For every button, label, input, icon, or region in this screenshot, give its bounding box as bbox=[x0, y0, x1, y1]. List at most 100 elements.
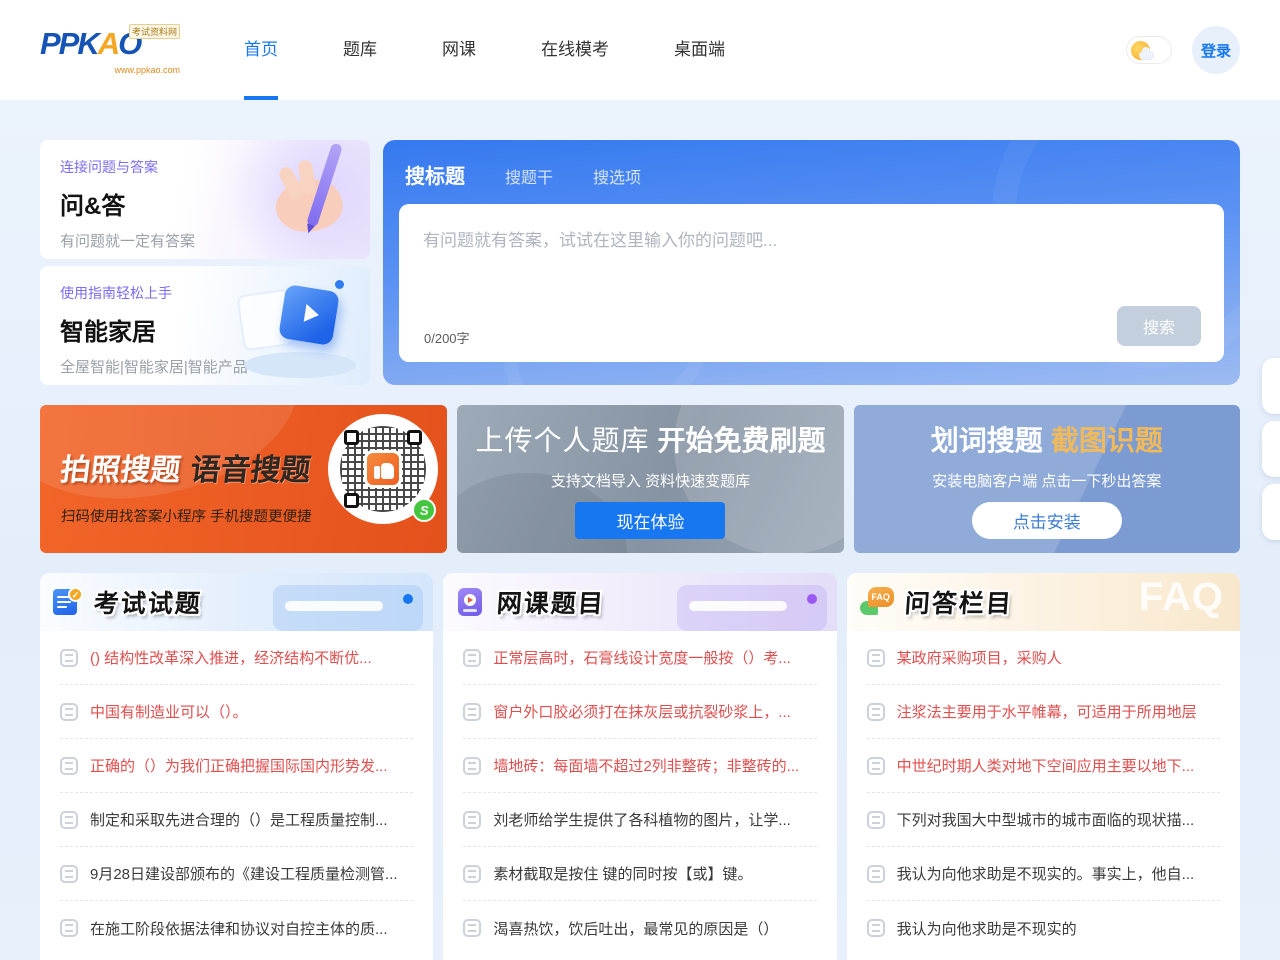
document-icon bbox=[60, 649, 78, 667]
document-icon bbox=[867, 649, 885, 667]
upload-bank-banner[interactable]: 上传个人题库开始免费刷题 支持文档导入 资料快速变题库 现在体验 bbox=[457, 405, 843, 553]
word-search-label: 划词搜题 bbox=[931, 425, 1043, 456]
logo-a: A bbox=[98, 26, 118, 61]
document-icon bbox=[867, 811, 885, 829]
list-item[interactable]: 中世纪时期人类对地下空间应用主要以地下... bbox=[867, 739, 1220, 793]
list-item[interactable]: 窗户外口胶必须打在抹灰层或抗裂砂浆上，... bbox=[463, 685, 816, 739]
upload-bank-title: 上传个人题库开始免费刷题 bbox=[475, 419, 825, 459]
login-button[interactable]: 登录 bbox=[1192, 26, 1240, 74]
qa-promo-card[interactable]: 连接问题与答案 问&答 有问题就一定有答案 bbox=[40, 140, 370, 259]
list-item[interactable]: 我认为向他求助是不现实的 bbox=[867, 901, 1220, 955]
screenshot-search-label: 截图识题 bbox=[1051, 425, 1163, 456]
list-item[interactable]: 某政府采购项目，采购人 bbox=[867, 631, 1220, 685]
nav-item-home[interactable]: 首页 bbox=[236, 0, 286, 100]
document-icon bbox=[463, 757, 481, 775]
search-button[interactable]: 搜索 bbox=[1117, 306, 1201, 346]
nav-item-question-bank[interactable]: 题库 bbox=[335, 0, 385, 100]
list-item[interactable]: 渴喜热饮，饮后吐出，最常见的原因是（） bbox=[463, 901, 816, 955]
faq-section-header: FAQ 问答栏目 FAQ bbox=[847, 573, 1240, 631]
list-item[interactable]: 9月28日建设部颁布的《建设工程质量检测管... bbox=[60, 847, 413, 901]
exam-section-title: 考试试题 bbox=[93, 584, 204, 620]
tab-search-stem[interactable]: 搜题干 bbox=[505, 164, 553, 188]
tab-search-options[interactable]: 搜选项 bbox=[593, 164, 641, 188]
promo-column: 连接问题与答案 问&答 有问题就一定有答案 使用指南轻松上手 智能家居 全屋智能… bbox=[40, 140, 370, 385]
list-item[interactable]: 我认为向他求助是不现实的。事实上，他自... bbox=[867, 847, 1220, 901]
document-icon bbox=[867, 919, 885, 937]
document-icon bbox=[463, 811, 481, 829]
photo-search-label: 拍照搜题 bbox=[59, 454, 183, 487]
nav-item-mock-exam[interactable]: 在线模考 bbox=[533, 0, 617, 100]
list-item[interactable]: 中国有制造业可以（）。 bbox=[60, 685, 413, 739]
document-icon bbox=[867, 865, 885, 883]
exam-header-illustration bbox=[273, 585, 423, 631]
course-question-list: 正常层高时，石膏线设计宽度一般按（）考... 窗户外口胶必须打在抹灰层或抗裂砂浆… bbox=[443, 631, 836, 955]
video-player-icon bbox=[456, 587, 486, 617]
cloud-icon bbox=[1139, 51, 1154, 60]
list-item[interactable]: () 结构性改革深入推进，经济结构不断优... bbox=[60, 631, 413, 685]
upload-label: 上传个人题库 bbox=[475, 425, 649, 456]
try-now-button[interactable]: 现在体验 bbox=[575, 502, 725, 539]
nav-item-desktop-client[interactable]: 桌面端 bbox=[666, 0, 733, 100]
upload-bank-subtitle: 支持文档导入 资料快速变题库 bbox=[551, 470, 750, 491]
hand-pen-illustration bbox=[220, 140, 370, 259]
top-nav-bar: PPKAO 考试资料网 www.ppkao.com 首页 题库 网课 在线模考 … bbox=[0, 0, 1280, 100]
question-columns: ✓ 考试试题 () 结构性改革深入推进，经济结构不断优... 中国有制造业可以（… bbox=[40, 573, 1240, 960]
list-item[interactable]: 墙地砖：每面墙不超过2列非整砖；非整砖的... bbox=[463, 739, 816, 793]
document-icon bbox=[60, 703, 78, 721]
search-input[interactable] bbox=[399, 204, 1224, 312]
faq-question-list: 某政府采购项目，采购人 注浆法主要用于水平帷幕，可适用于所用地层 中世纪时期人类… bbox=[847, 631, 1240, 955]
photo-search-banner[interactable]: 拍照搜题语音搜题 扫码使用找答案小程序 手机搜题更便捷 S bbox=[40, 405, 447, 553]
course-section-header: 网课题目 bbox=[443, 573, 836, 631]
nav-item-online-course[interactable]: 网课 bbox=[434, 0, 484, 100]
voice-search-label: 语音搜题 bbox=[189, 454, 313, 487]
tab-search-title[interactable]: 搜标题 bbox=[405, 160, 465, 189]
list-item[interactable]: 刘老师给学生提供了各科植物的图片，让学... bbox=[463, 793, 816, 847]
logo-url: www.ppkao.com bbox=[114, 65, 180, 75]
document-icon bbox=[463, 649, 481, 667]
document-icon bbox=[867, 703, 885, 721]
list-item[interactable]: 正常层高时，石膏线设计宽度一般按（）考... bbox=[463, 631, 816, 685]
floating-side-toolbar bbox=[1262, 358, 1280, 540]
question-search-panel: 搜标题 搜题干 搜选项 0/200字 搜索 bbox=[383, 140, 1240, 385]
desktop-client-banner[interactable]: 划词搜题截图识题 安装电脑客户端 点击一下秒出答案 点击安装 bbox=[854, 405, 1240, 553]
document-icon bbox=[60, 757, 78, 775]
document-icon bbox=[463, 919, 481, 937]
faq-section-title: 问答栏目 bbox=[903, 584, 1014, 620]
banner-row: 拍照搜题语音搜题 扫码使用找答案小程序 手机搜题更便捷 S 上传个人题库开始免费… bbox=[40, 405, 1240, 553]
header-right: 登录 bbox=[1126, 26, 1240, 74]
dock-button[interactable] bbox=[1262, 484, 1280, 540]
list-item[interactable]: 制定和采取先进合理的（）是工程质量控制... bbox=[60, 793, 413, 847]
install-button[interactable]: 点击安装 bbox=[972, 502, 1122, 539]
list-item[interactable]: 注浆法主要用于水平帷幕，可适用于所用地层 bbox=[867, 685, 1220, 739]
course-section-title: 网课题目 bbox=[496, 584, 607, 620]
char-counter: 0/200字 bbox=[424, 328, 470, 347]
day-night-toggle[interactable] bbox=[1126, 36, 1172, 64]
free-practice-label: 开始免费刷题 bbox=[657, 425, 825, 456]
smart-home-promo-card[interactable]: 使用指南轻松上手 智能家居 全屋智能|智能家居|智能产品 bbox=[40, 266, 370, 385]
exam-questions-section: ✓ 考试试题 () 结构性改革深入推进，经济结构不断优... 中国有制造业可以（… bbox=[40, 573, 433, 960]
cube-play-illustration bbox=[220, 266, 370, 385]
document-icon bbox=[463, 703, 481, 721]
course-header-illustration bbox=[677, 585, 827, 631]
list-item[interactable]: 素材截取是按住 键的同时按【或】键。 bbox=[463, 847, 816, 901]
document-icon bbox=[60, 919, 78, 937]
faq-section: FAQ 问答栏目 FAQ 某政府采购项目，采购人 注浆法主要用于水平帷幕，可适用… bbox=[847, 573, 1240, 960]
search-tabs: 搜标题 搜题干 搜选项 bbox=[399, 158, 1224, 204]
document-icon bbox=[60, 865, 78, 883]
list-item[interactable]: 在施工阶段依据法律和协议对自控主体的质... bbox=[60, 901, 413, 955]
course-questions-section: 网课题目 正常层高时，石膏线设计宽度一般按（）考... 窗户外口胶必须打在抹灰层… bbox=[443, 573, 836, 960]
list-item[interactable]: 正确的（）为我们正确把握国际国内形势发... bbox=[60, 739, 413, 793]
client-banner-subtitle: 安装电脑客户端 点击一下秒出答案 bbox=[932, 470, 1161, 491]
exam-section-header: ✓ 考试试题 bbox=[40, 573, 433, 631]
main-content: 连接问题与答案 问&答 有问题就一定有答案 使用指南轻松上手 智能家居 全屋智能… bbox=[0, 100, 1280, 960]
site-logo[interactable]: PPKAO 考试资料网 www.ppkao.com bbox=[40, 21, 178, 79]
main-nav: 首页 题库 网课 在线模考 桌面端 bbox=[236, 0, 782, 100]
thumbs-up-icon bbox=[364, 450, 402, 488]
document-icon bbox=[60, 811, 78, 829]
list-item[interactable]: 下列对我国大中型城市的城市面临的现状描... bbox=[867, 793, 1220, 847]
qr-code: S bbox=[328, 414, 438, 524]
dock-button[interactable] bbox=[1262, 358, 1280, 414]
dock-button[interactable] bbox=[1262, 421, 1280, 477]
document-icon bbox=[463, 865, 481, 883]
exam-question-list: () 结构性改革深入推进，经济结构不断优... 中国有制造业可以（）。 正确的（… bbox=[40, 631, 433, 955]
